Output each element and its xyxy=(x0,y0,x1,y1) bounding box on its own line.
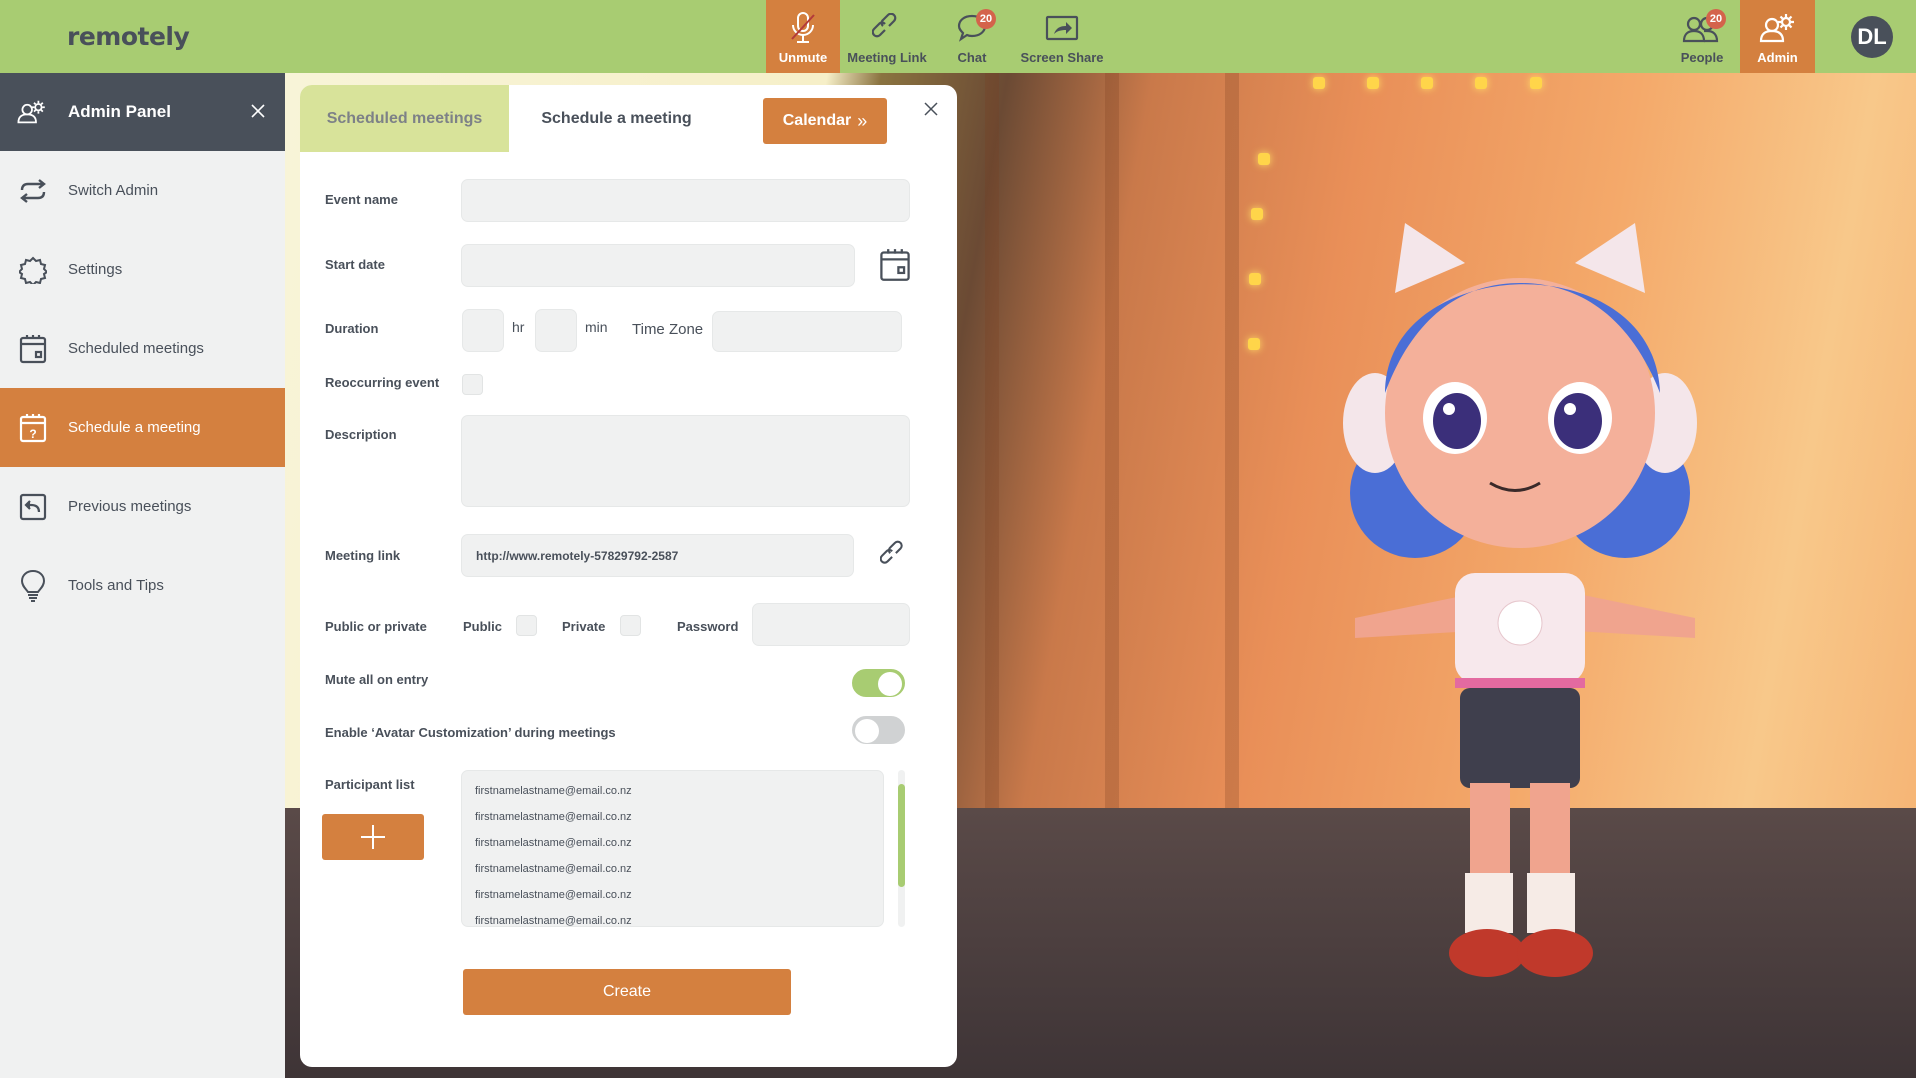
time-zone-label: Time Zone xyxy=(632,321,704,338)
window-shadow xyxy=(985,73,1245,813)
sidebar-item-schedule-a-meeting[interactable]: ? Schedule a meeting xyxy=(0,388,285,467)
plus-icon xyxy=(361,825,385,849)
toggle-knob xyxy=(878,672,902,696)
admin-panel-title: Admin Panel xyxy=(68,102,171,121)
participant-email[interactable]: firstnamelastname@email.co.nz xyxy=(462,856,883,882)
toggle-knob xyxy=(855,719,879,743)
min-unit: min xyxy=(585,319,608,335)
event-name-input[interactable] xyxy=(461,179,910,222)
participant-email[interactable]: firstnamelastname@email.co.nz xyxy=(462,804,883,830)
schedule-meeting-modal: Scheduled meetings Schedule a meeting Ca… xyxy=(300,85,957,1067)
link-icon xyxy=(867,10,907,46)
avatar-character xyxy=(1343,223,1697,977)
sidebar-item-settings[interactable]: Settings xyxy=(0,230,285,309)
admin-gear-icon xyxy=(16,96,48,128)
participant-email[interactable]: firstnamelastname@email.co.nz xyxy=(462,778,883,804)
user-avatar[interactable]: DL xyxy=(1851,16,1893,58)
event-name-label: Event name xyxy=(325,192,398,207)
meeting-link-label: Meeting link xyxy=(325,548,401,563)
top-bar: remotely Unmute Meeting Link 20 Chat Scr… xyxy=(0,0,1916,73)
time-zone-input[interactable] xyxy=(712,311,902,352)
duration-minutes-input[interactable] xyxy=(535,309,577,352)
calendar-picker-icon[interactable] xyxy=(879,248,911,287)
admin-gear-icon xyxy=(1758,10,1798,46)
app-logo: remotely xyxy=(67,22,190,51)
create-button[interactable]: Create xyxy=(463,969,791,1015)
screen-share-button[interactable]: Screen Share xyxy=(1020,0,1104,73)
people-button[interactable]: 20 People xyxy=(1680,0,1726,73)
duration-label: Duration xyxy=(325,321,379,336)
switch-arrows-icon xyxy=(17,175,49,207)
lightbulb-icon xyxy=(17,569,49,602)
people-badge: 20 xyxy=(1706,9,1726,29)
people-icon: 20 xyxy=(1682,9,1726,46)
participant-list-scrollbar[interactable] xyxy=(898,770,905,927)
sidebar-item-previous-meetings[interactable]: Previous meetings xyxy=(0,467,285,546)
visibility-label: Public or private xyxy=(325,619,427,634)
participant-list-label: Participant list xyxy=(325,777,415,792)
sidebar-item-tools-and-tips[interactable]: Tools and Tips xyxy=(0,546,285,625)
public-label: Public xyxy=(463,619,503,634)
string-light xyxy=(1313,77,1325,89)
participant-email[interactable]: firstnamelastname@email.co.nz xyxy=(462,908,883,926)
description-label: Description xyxy=(325,427,397,442)
avatar-customization-toggle[interactable] xyxy=(852,716,905,744)
string-light xyxy=(1251,208,1263,220)
tab-schedule-a-meeting[interactable]: Schedule a meeting xyxy=(509,85,724,152)
start-date-input[interactable] xyxy=(461,244,855,287)
password-input[interactable] xyxy=(752,603,910,646)
admin-sidebar: Admin Panel Switch Admin Settings Schedu… xyxy=(0,73,285,1078)
participant-email[interactable]: firstnamelastname@email.co.nz xyxy=(462,882,883,908)
mute-all-toggle[interactable] xyxy=(852,669,905,697)
admin-panel-header: Admin Panel xyxy=(0,73,285,151)
mic-muted-icon xyxy=(783,10,823,46)
mute-all-label: Mute all on entry xyxy=(325,672,429,687)
string-light xyxy=(1248,338,1260,350)
chat-bubble-icon: 20 xyxy=(952,9,996,46)
public-checkbox[interactable] xyxy=(516,615,537,636)
string-light xyxy=(1367,77,1379,89)
screen-share-icon xyxy=(1042,10,1082,46)
gear-icon xyxy=(17,254,49,286)
unmute-button[interactable]: Unmute xyxy=(766,0,840,73)
string-light xyxy=(1249,273,1261,285)
calendar-button[interactable]: Calendar » xyxy=(763,98,887,144)
description-textarea[interactable] xyxy=(461,415,910,507)
tab-scheduled-meetings[interactable]: Scheduled meetings xyxy=(300,85,509,152)
string-light xyxy=(1530,77,1542,89)
hr-unit: hr xyxy=(512,319,525,335)
scrollbar-thumb[interactable] xyxy=(898,784,905,887)
close-icon[interactable] xyxy=(920,98,942,120)
participant-list: firstnamelastname@email.co.nz firstnamel… xyxy=(461,770,884,927)
avatar-customization-label: Enable ‘Avatar Customization’ during mee… xyxy=(325,725,616,740)
double-chevron-right-icon: » xyxy=(857,110,868,131)
meeting-link-button[interactable]: Meeting Link xyxy=(846,0,928,73)
calendar-icon xyxy=(17,333,49,365)
meeting-link-input[interactable]: http://www.remotely-57829792-2587 xyxy=(461,534,854,577)
calendar-question-icon: ? xyxy=(17,412,49,444)
private-checkbox[interactable] xyxy=(620,615,641,636)
add-participant-button[interactable] xyxy=(322,814,424,860)
string-light xyxy=(1258,153,1270,165)
reoccurring-label: Reoccurring event xyxy=(325,375,440,390)
sidebar-item-switch-admin[interactable]: Switch Admin xyxy=(0,151,285,230)
reoccurring-checkbox[interactable] xyxy=(462,374,483,395)
string-light xyxy=(1475,77,1487,89)
return-arrow-icon xyxy=(17,491,49,523)
string-light xyxy=(1421,77,1433,89)
participant-email[interactable]: firstnamelastname@email.co.nz xyxy=(462,830,883,856)
admin-button[interactable]: Admin xyxy=(1740,0,1815,73)
duration-hours-input[interactable] xyxy=(462,309,504,352)
svg-text:?: ? xyxy=(29,427,36,441)
close-icon[interactable] xyxy=(247,100,269,122)
private-label: Private xyxy=(562,619,606,634)
copy-link-icon[interactable] xyxy=(879,540,908,575)
chat-button[interactable]: 20 Chat xyxy=(950,0,996,73)
sidebar-item-scheduled-meetings[interactable]: Scheduled meetings xyxy=(0,309,285,388)
password-label: Password xyxy=(677,619,739,634)
start-date-label: Start date xyxy=(325,257,385,272)
chat-badge: 20 xyxy=(976,9,996,29)
